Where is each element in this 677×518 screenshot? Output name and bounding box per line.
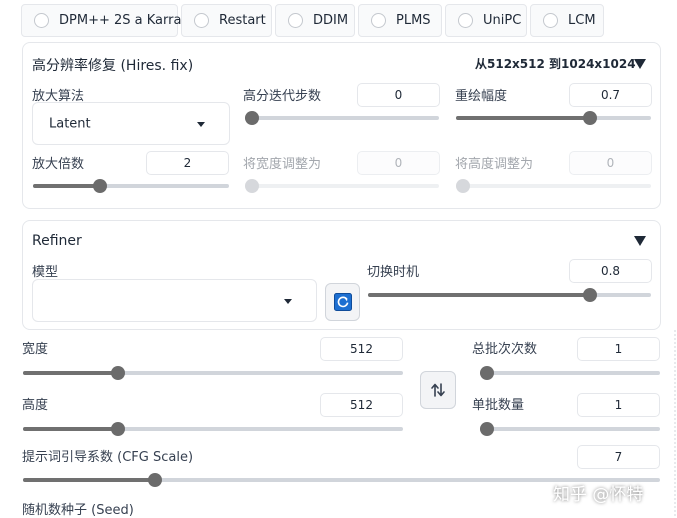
radio-icon[interactable] <box>194 13 209 28</box>
resize-height-label: 将高度调整为 <box>455 157 534 172</box>
hires-steps-slider[interactable] <box>245 111 439 125</box>
refresh-icon <box>333 293 352 311</box>
scrollbar-edge[interactable] <box>673 330 677 518</box>
batch-size-input[interactable]: 1 <box>577 393 660 417</box>
slider-thumb[interactable] <box>245 179 259 193</box>
height-input[interactable]: 512 <box>320 393 403 417</box>
refresh-button[interactable] <box>325 283 360 321</box>
hires-fix-panel: 高分辨率修复 (Hires. fix) 从512x512 到1024x1024 … <box>22 42 661 209</box>
slider-thumb[interactable] <box>480 366 494 380</box>
sampler-option-label: DDIM <box>313 13 349 28</box>
sampler-option-label: Restart <box>219 13 266 28</box>
slider-track <box>480 427 660 431</box>
slider-fill <box>33 184 101 188</box>
radio-icon[interactable] <box>458 13 473 28</box>
width-label: 宽度 <box>22 342 49 357</box>
batch-count-label: 总批次次数 <box>472 342 538 357</box>
collapse-arrow-icon[interactable] <box>634 236 646 246</box>
switch-at-input[interactable]: 0.8 <box>569 259 652 283</box>
sampler-option-ddim[interactable]: DDIM <box>275 4 355 37</box>
refiner-title[interactable]: Refiner <box>32 233 82 249</box>
upscaler-value: Latent <box>49 116 91 131</box>
hires-steps-input[interactable]: 0 <box>357 83 440 107</box>
switch-at-label: 切换时机 <box>367 265 420 280</box>
denoising-label: 重绘幅度 <box>455 89 508 104</box>
refiner-model-label: 模型 <box>32 265 59 280</box>
radio-icon[interactable] <box>371 13 386 28</box>
swap-arrows-icon <box>431 383 445 397</box>
cfg-scale-label: 提示词引导系数 (CFG Scale) <box>22 450 194 465</box>
height-label: 高度 <box>22 398 49 413</box>
seed-label: 随机数种子 (Seed) <box>22 503 134 518</box>
slider-thumb[interactable] <box>110 422 125 436</box>
slider-track <box>245 116 439 120</box>
slider-fill <box>23 478 155 482</box>
width-input[interactable]: 512 <box>320 337 403 361</box>
sampler-option-label: UniPC <box>483 13 522 28</box>
upscaler-dropdown[interactable]: Latent <box>32 102 230 145</box>
radio-icon[interactable] <box>34 13 49 28</box>
collapse-arrow-icon[interactable] <box>634 59 646 69</box>
slider-thumb[interactable] <box>110 366 125 380</box>
sampler-option-label: DPM++ 2S a Karras <box>59 13 189 28</box>
radio-icon[interactable] <box>543 13 558 28</box>
slider-thumb[interactable] <box>583 288 598 302</box>
watermark: 知乎 @怀特 <box>553 485 644 505</box>
refiner-panel: Refiner 模型 切换时机 0.8 <box>22 220 661 330</box>
slider-track <box>245 184 439 188</box>
chevron-down-icon <box>284 298 292 304</box>
slider-fill <box>456 116 590 120</box>
sampler-option-label: LCM <box>568 13 596 28</box>
radio-icon[interactable] <box>288 13 303 28</box>
slider-fill <box>23 427 118 431</box>
sampler-option-restart[interactable]: Restart <box>181 4 272 37</box>
cfg-scale-input[interactable]: 7 <box>577 445 660 469</box>
sampler-option-dpmpp-2s-a-karras[interactable]: DPM++ 2S a Karras <box>21 4 188 37</box>
hires-fix-title[interactable]: 高分辨率修复 (Hires. fix) <box>32 55 193 75</box>
sampler-option-label: PLMS <box>396 13 431 28</box>
batch-size-slider[interactable] <box>480 422 660 436</box>
width-slider[interactable] <box>23 366 403 380</box>
resize-width-slider[interactable] <box>245 179 439 193</box>
upscale-by-slider[interactable] <box>33 179 229 193</box>
sampler-option-plms[interactable]: PLMS <box>358 4 442 37</box>
slider-thumb[interactable] <box>147 473 162 487</box>
resize-height-input[interactable]: 0 <box>569 151 652 175</box>
hires-steps-label: 高分迭代步数 <box>243 89 322 104</box>
sampler-option-lcm[interactable]: LCM <box>530 4 604 37</box>
slider-thumb[interactable] <box>582 111 597 125</box>
slider-track <box>456 184 651 188</box>
resize-width-label: 将宽度调整为 <box>243 157 322 172</box>
hires-fix-summary: 从512x512 到1024x1024 <box>475 57 636 71</box>
slider-track <box>480 371 660 375</box>
swap-dimensions-button[interactable] <box>420 371 456 409</box>
slider-thumb[interactable] <box>480 422 494 436</box>
batch-count-slider[interactable] <box>480 366 660 380</box>
batch-size-label: 单批数量 <box>472 398 525 413</box>
slider-thumb[interactable] <box>93 179 108 193</box>
denoising-input[interactable]: 0.7 <box>569 83 652 107</box>
height-slider[interactable] <box>23 422 403 436</box>
refiner-model-dropdown[interactable] <box>32 279 317 322</box>
upscale-by-label: 放大倍数 <box>32 157 85 172</box>
slider-thumb[interactable] <box>245 111 259 125</box>
switch-at-slider[interactable] <box>368 288 651 302</box>
sampler-radio-group: DPM++ 2S a Karras Restart DDIM PLMS UniP… <box>21 4 671 38</box>
slider-fill <box>368 293 591 297</box>
slider-thumb[interactable] <box>456 179 470 193</box>
resize-width-input[interactable]: 0 <box>357 151 440 175</box>
slider-fill <box>23 371 118 375</box>
resize-height-slider[interactable] <box>456 179 651 193</box>
denoising-slider[interactable] <box>456 111 651 125</box>
sampler-option-unipc[interactable]: UniPC <box>445 4 527 37</box>
upscale-by-input[interactable]: 2 <box>146 151 229 175</box>
chevron-down-icon <box>197 121 205 127</box>
batch-count-input[interactable]: 1 <box>577 337 660 361</box>
